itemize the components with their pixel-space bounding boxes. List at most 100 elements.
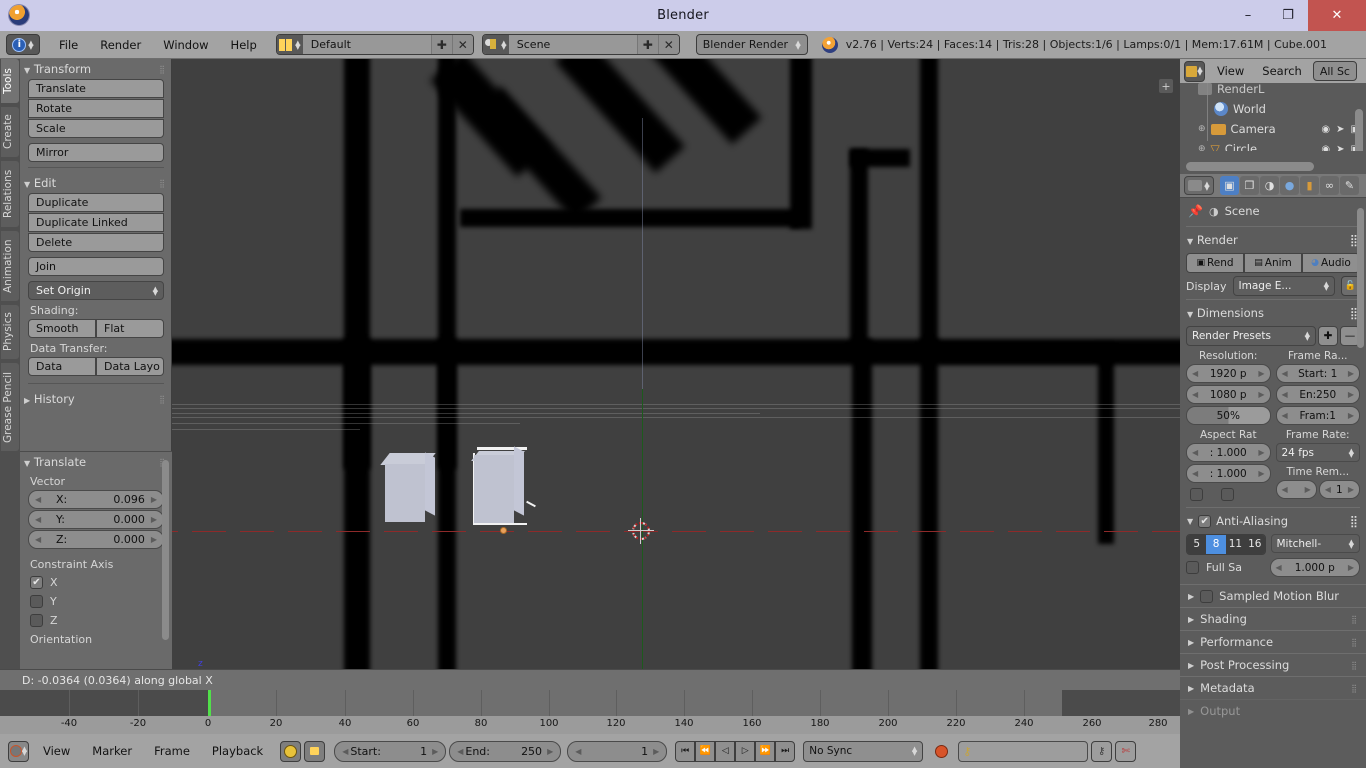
tab-render-layers[interactable]: ❐ [1240,176,1259,195]
editor-type-selector[interactable]: i ▲ ▼ [6,34,40,55]
arrow-right-icon[interactable]: ▶ [1258,469,1264,478]
vector-y-field[interactable]: ◀ Y: 0.000 ▶ [28,510,164,529]
expand-icon[interactable]: ⊕ [1198,124,1206,134]
operator-panel-scrollbar[interactable] [162,460,169,640]
set-origin-dropdown[interactable]: Set Origin ▲ ▼ [28,281,164,300]
aspect-x-field[interactable]: ◀ : 1.000 ▶ [1186,443,1271,462]
screen-layout-selector[interactable]: ▲ ▼ Default ✚ ✕ [275,34,474,55]
outliner-horizontal-scrollbar[interactable] [1186,162,1314,171]
panel-header-shading[interactable]: ▶ Shading ⣿ [1180,607,1366,630]
delete-screen-button[interactable]: ✕ [451,35,473,54]
resolution-percentage-field[interactable]: 50% [1186,406,1271,425]
constraint-axis-x-row[interactable]: ✔ X [20,573,172,592]
tab-object[interactable]: ▮ [1300,176,1319,195]
menu-file[interactable]: File [48,35,89,55]
duplicate-linked-button[interactable]: Duplicate Linked [28,213,164,232]
delete-keyframe-icon[interactable]: ✄ [1115,740,1137,762]
tab-scene[interactable]: ◑ [1260,176,1279,195]
arrow-left-icon[interactable]: ◀ [1276,563,1282,572]
frame-step-property[interactable]: ◀ Fram:1 ▶ [1275,406,1360,425]
mirror-button[interactable]: Mirror [28,143,164,162]
next-keyframe-button[interactable]: ⏩ [755,740,776,762]
arrow-right-icon[interactable]: ▶ [1348,369,1354,378]
arrow-right-icon[interactable]: ▶ [1348,411,1354,420]
constraint-axis-z-row[interactable]: Z [20,611,172,630]
panel-header-performance[interactable]: ▶ Performance ⣿ [1180,630,1366,653]
eye-icon[interactable]: ◉ [1321,144,1330,152]
menu-render[interactable]: Render [89,35,152,55]
arrow-left-icon[interactable]: ◀ [1192,369,1198,378]
arrow-left-icon[interactable]: ◀ [35,495,41,504]
previous-keyframe-button[interactable]: ⏪ [695,740,716,762]
arrow-left-icon[interactable]: ◀ [1282,390,1288,399]
data-transfer-button[interactable]: Data [28,357,96,376]
cursor-arrow-icon[interactable]: ➤ [1336,124,1344,135]
arrow-left-icon[interactable]: ◀ [1325,485,1331,494]
checkbox-x[interactable]: ✔ [30,576,43,589]
outliner-menu-search[interactable]: Search [1253,64,1311,78]
outliner-vertical-scrollbar[interactable] [1355,109,1363,151]
panel-header-output[interactable]: ▶ Output [1180,699,1366,722]
maximize-button[interactable]: ❐ [1268,0,1308,31]
timeline-menu-view[interactable]: View [32,744,81,758]
scene-name[interactable]: Scene [508,35,637,54]
menu-window[interactable]: Window [152,35,219,55]
arrow-right-icon[interactable]: ▶ [151,495,157,504]
jump-to-start-button[interactable]: ⏮ [675,740,696,762]
panel-header-post-processing[interactable]: ▶ Post Processing ⣿ [1180,653,1366,676]
full-sample-checkbox[interactable] [1186,561,1199,574]
scale-button[interactable]: Scale [28,119,164,138]
aa-samples-5[interactable]: 5 [1187,535,1207,554]
close-button[interactable]: ✕ [1308,0,1366,31]
display-mode-dropdown[interactable]: Image E... ▲ ▼ [1232,276,1335,296]
duplicate-button[interactable]: Duplicate [28,193,164,212]
pin-icon[interactable]: 📌 [1188,204,1203,218]
minimize-button[interactable]: – [1228,0,1268,31]
arrow-left-icon[interactable]: ◀ [35,535,41,544]
arrow-left-icon[interactable]: ◀ [1192,448,1198,457]
panel-header-render[interactable]: ▼ Render ⣿ [1180,229,1366,251]
use-preview-range-icon[interactable] [280,740,302,762]
timeline-playhead[interactable] [208,690,211,716]
scene-selector[interactable]: ▲ ▼ Scene ✚ ✕ [481,34,680,55]
cube-object-1[interactable] [380,452,445,533]
tab-modifiers[interactable]: ✎ [1340,176,1359,195]
lock-time-icon[interactable] [304,740,326,762]
arrow-right-icon[interactable]: ▶ [151,535,157,544]
play-reverse-button[interactable]: ◁ [715,740,736,762]
eye-icon[interactable]: ◉ [1321,124,1330,135]
tab-constraints[interactable]: ∞ [1320,176,1339,195]
render-animation-button[interactable]: ▤ Anim [1244,253,1302,273]
arrow-left-icon[interactable]: ◀ [1282,485,1288,494]
add-preset-button[interactable]: ✚ [1318,326,1338,346]
delete-scene-button[interactable]: ✕ [657,35,679,54]
constraint-axis-y-row[interactable]: Y [20,592,172,611]
arrow-right-icon[interactable]: ▶ [1258,448,1264,457]
resolution-x-field[interactable]: ◀ 1920 p ▶ [1186,364,1271,383]
time-remap-new-field[interactable]: ◀ 1 ▶ [1318,480,1360,499]
arrow-right-icon[interactable]: ▶ [1258,369,1264,378]
toolbar-expand-icon[interactable]: + [1159,79,1173,93]
keying-set-field[interactable]: ⚷ [958,740,1089,762]
timeline-editor-type-icon[interactable]: ▲ ▼ [8,740,29,762]
aspect-y-field[interactable]: ◀ : 1.000 ▶ [1186,464,1271,483]
panel-header-antialiasing[interactable]: ▼ ✔ Anti-Aliasing ⣿ [1180,510,1366,532]
panel-header-edit[interactable]: ▼ Edit ⣿ [20,173,172,193]
arrow-left-icon[interactable]: ◀ [1282,369,1288,378]
timeline-menu-playback[interactable]: Playback [201,744,274,758]
aa-size-field[interactable]: ◀ 1.000 p ▶ [1269,558,1360,577]
crop-checkbox[interactable] [1221,488,1234,501]
aa-filter-dropdown[interactable]: Mitchell- ▲ ▼ [1270,534,1360,553]
frame-rate-dropdown[interactable]: 24 fps ▲ ▼ [1275,443,1360,462]
resolution-y-field[interactable]: ◀ 1080 p ▶ [1186,385,1271,404]
cube-object-selected[interactable] [471,446,539,537]
aa-samples-16[interactable]: 16 [1245,535,1265,554]
screen-layout-name[interactable]: Default [302,35,431,54]
add-screen-button[interactable]: ✚ [430,35,452,54]
jump-to-end-button[interactable]: ⏭ [775,740,796,762]
checkbox-z[interactable] [30,614,43,627]
sampled-motion-blur-checkbox[interactable] [1200,589,1214,603]
arrow-right-icon[interactable]: ▶ [151,515,157,524]
expand-icon[interactable]: ⊕ [1198,144,1206,151]
render-image-button[interactable]: ▣ Rend [1186,253,1244,273]
